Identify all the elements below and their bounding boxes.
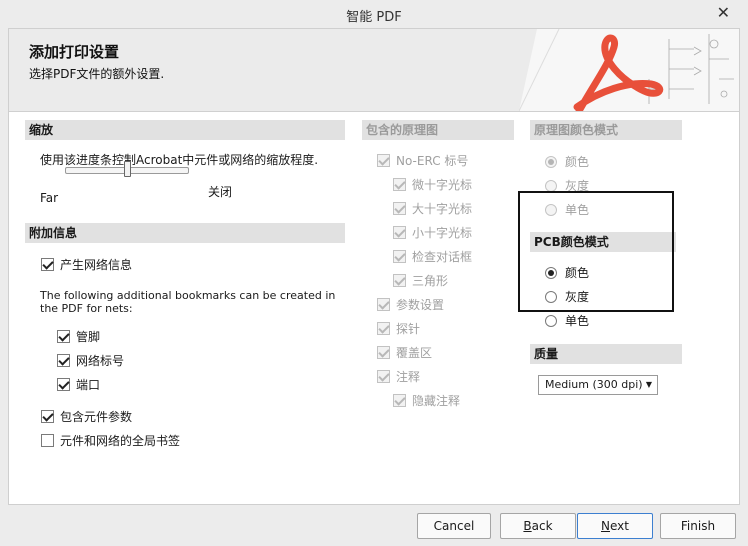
checkbox-box[interactable]	[377, 298, 390, 311]
radio-label: 颜色	[565, 266, 590, 280]
checkbox-label: 三角形	[412, 274, 449, 288]
zoom-near-label: 关闭	[208, 185, 233, 199]
close-icon[interactable]: ✕	[717, 3, 730, 22]
checkbox-box[interactable]	[41, 434, 54, 447]
checkbox-label: 小十字光标	[412, 226, 473, 240]
radio-label: 颜色	[565, 155, 590, 169]
wizard-header: 添加打印设置 选择PDF文件的额外设置.	[9, 29, 739, 112]
finish-button[interactable]: Finish	[660, 513, 736, 539]
checkbox-label: 端口	[76, 378, 101, 392]
checkbox-small-cross[interactable]: 小十字光标	[393, 224, 472, 241]
checkbox-box[interactable]	[57, 354, 70, 367]
radio-label: 灰度	[565, 290, 590, 304]
radio-dot[interactable]	[545, 314, 557, 327]
checkbox-box[interactable]	[377, 154, 390, 167]
checkbox-label: 微十字光标	[412, 178, 473, 192]
checkbox-label: 元件和网络的全局书签	[60, 434, 181, 448]
window-title: 智能 PDF	[346, 10, 402, 25]
checkbox-label: 注释	[396, 370, 421, 384]
radio-pcb-mono[interactable]: 单色	[545, 312, 589, 329]
page-title: 添加打印设置	[29, 43, 120, 61]
checkbox-label: 覆盖区	[396, 346, 433, 360]
highlight-annotation-box	[518, 191, 674, 312]
checkbox-ports[interactable]: 端口	[57, 376, 100, 393]
checkbox-label: 探针	[396, 322, 421, 336]
radio-sch-color[interactable]: 颜色	[545, 153, 589, 170]
zoom-far-label: Far	[40, 191, 59, 205]
checkbox-box[interactable]	[393, 178, 406, 191]
checkbox-label: 网络标号	[76, 354, 125, 368]
checkbox-box[interactable]	[377, 322, 390, 335]
checkbox-blankets[interactable]: 覆盖区	[377, 344, 432, 361]
checkbox-probes[interactable]: 探针	[377, 320, 420, 337]
quality-select[interactable]: Medium (300 dpi) ▼	[538, 375, 658, 395]
checkbox-box[interactable]	[393, 250, 406, 263]
section-zoom: 缩放	[25, 120, 345, 140]
radio-dot[interactable]	[545, 155, 557, 168]
checkbox-label: 检查对话框	[412, 250, 473, 264]
section-included-schematics: 包含的原理图	[362, 120, 514, 140]
radio-pcb-color[interactable]: 颜色	[545, 264, 589, 281]
radio-dot[interactable]	[545, 266, 557, 279]
checkbox-global-bookmarks[interactable]: 元件和网络的全局书签	[41, 432, 180, 449]
checkbox-label: 产生网络信息	[60, 258, 133, 272]
checkbox-label: 大十字光标	[412, 202, 473, 216]
section-additional-info: 附加信息	[25, 223, 345, 243]
checkbox-box[interactable]	[393, 202, 406, 215]
chevron-down-icon[interactable]: ▼	[646, 376, 652, 394]
acrobat-logo-graphic	[519, 29, 739, 111]
checkbox-box[interactable]	[57, 378, 70, 391]
checkbox-box[interactable]	[41, 258, 54, 271]
checkbox-label: No-ERC 标号	[396, 154, 469, 168]
bookmarks-note-line1: The following additional bookmarks can b…	[40, 289, 336, 302]
radio-dot[interactable]	[545, 179, 557, 192]
checkbox-no-erc[interactable]: No-ERC 标号	[377, 152, 468, 169]
section-quality: 质量	[530, 344, 682, 364]
next-label-rest: ext	[610, 519, 629, 533]
zoom-slider-thumb[interactable]	[123, 161, 131, 177]
bookmarks-note-line2: the PDF for nets:	[40, 302, 133, 315]
checkbox-hidden-notes[interactable]: 隐藏注释	[393, 392, 460, 409]
quality-selected-value: Medium (300 dpi)	[545, 378, 643, 391]
checkbox-net-labels[interactable]: 网络标号	[57, 352, 124, 369]
checkbox-box[interactable]	[393, 274, 406, 287]
zoom-description: 使用该进度条控制Acrobat中元件或网络的缩放程度.	[40, 153, 319, 167]
checkbox-pins[interactable]: 管脚	[57, 328, 100, 345]
section-sch-color-mode: 原理图颜色模式	[530, 120, 682, 140]
checkbox-label: 管脚	[76, 330, 101, 344]
checkbox-label: 参数设置	[396, 298, 445, 312]
radio-label: 单色	[565, 314, 590, 328]
checkbox-generate-net-info[interactable]: 产生网络信息	[41, 256, 132, 273]
checkbox-include-component-params[interactable]: 包含元件参数	[41, 408, 132, 425]
cancel-button[interactable]: Cancel	[417, 513, 491, 539]
next-mnemonic: N	[601, 519, 610, 533]
title-bar: 智能 PDF ✕	[0, 0, 748, 28]
checkbox-box[interactable]	[393, 394, 406, 407]
page-subtitle: 选择PDF文件的额外设置.	[29, 67, 165, 81]
checkbox-large-cross[interactable]: 大十字光标	[393, 200, 472, 217]
checkbox-box[interactable]	[41, 410, 54, 423]
back-button[interactable]: Back	[500, 513, 576, 539]
checkbox-notes[interactable]: 注释	[377, 368, 420, 385]
checkbox-check-dialog[interactable]: 检查对话框	[393, 248, 472, 265]
back-label-rest: ack	[531, 519, 553, 533]
checkbox-triangle[interactable]: 三角形	[393, 272, 448, 289]
checkbox-box[interactable]	[57, 330, 70, 343]
checkbox-label: 隐藏注释	[412, 394, 461, 408]
radio-pcb-gray[interactable]: 灰度	[545, 288, 589, 305]
checkbox-label: 包含元件参数	[60, 410, 133, 424]
checkbox-param-settings[interactable]: 参数设置	[377, 296, 444, 313]
checkbox-box[interactable]	[393, 226, 406, 239]
checkbox-box[interactable]	[377, 370, 390, 383]
checkbox-box[interactable]	[377, 346, 390, 359]
next-button[interactable]: Next	[577, 513, 653, 539]
checkbox-thin-cross[interactable]: 微十字光标	[393, 176, 472, 193]
radio-dot[interactable]	[545, 290, 557, 303]
back-mnemonic: B	[523, 519, 532, 533]
